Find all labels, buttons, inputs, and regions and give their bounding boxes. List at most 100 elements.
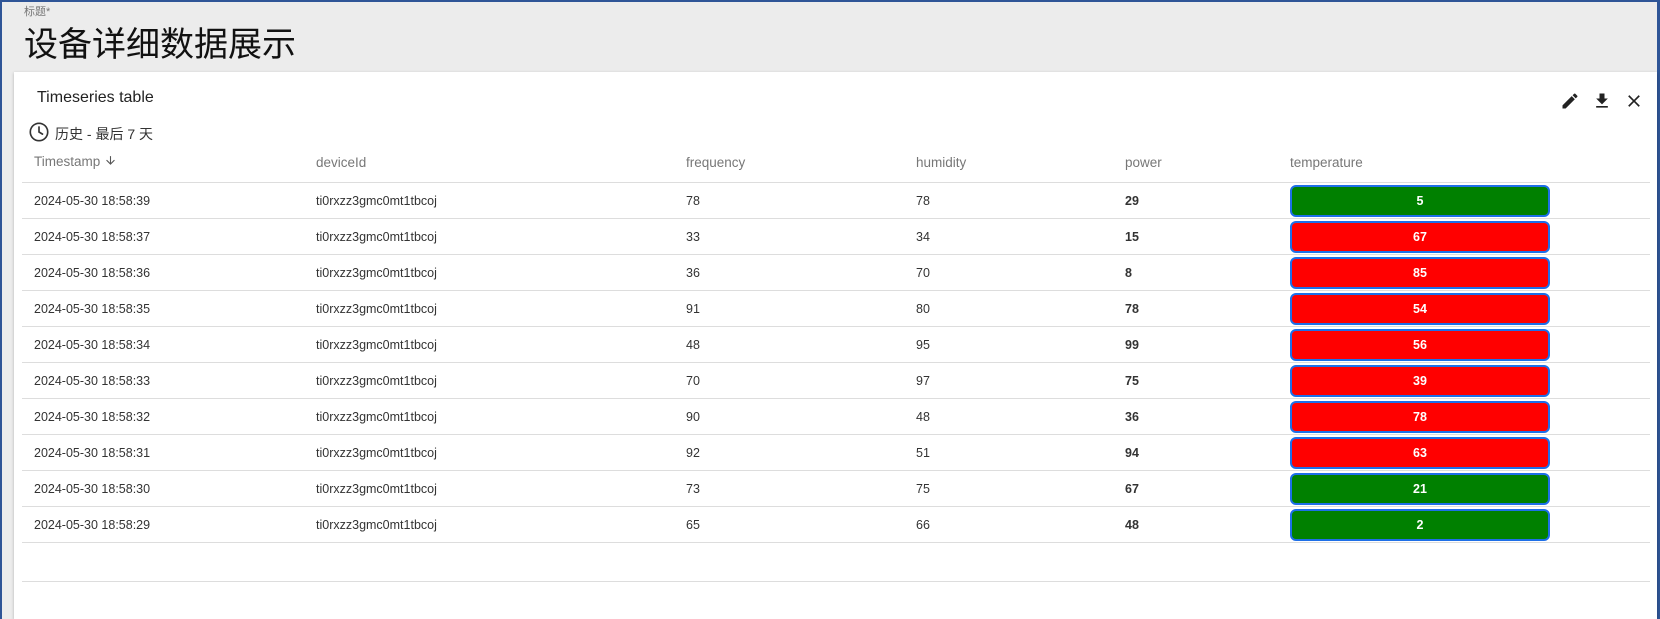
table-row[interactable]: 2024-05-30 18:58:35 ti0rxzz3gmc0mt1tbcoj 9… — [22, 290, 1650, 327]
cell-temperature: 56 — [1278, 326, 1650, 363]
cell-temperature: 67 — [1278, 218, 1650, 255]
timeseries-table: Timestamp deviceId frequency humidity po… — [22, 142, 1650, 543]
column-header-humidity[interactable]: humidity — [904, 142, 1113, 183]
table-row[interactable]: 2024-05-30 18:58:32 ti0rxzz3gmc0mt1tbcoj 9… — [22, 398, 1650, 435]
table-row[interactable]: 2024-05-30 18:58:29 ti0rxzz3gmc0mt1tbcoj 6… — [22, 506, 1650, 543]
cell-timestamp: 2024-05-30 18:58:36 — [22, 254, 304, 291]
close-button[interactable] — [1623, 90, 1645, 112]
cell-temperature: 5 — [1278, 182, 1650, 219]
edit-button[interactable] — [1559, 90, 1581, 112]
temperature-badge: 21 — [1290, 472, 1550, 505]
cell-timestamp: 2024-05-30 18:58:32 — [22, 398, 304, 435]
cell-deviceid: ti0rxzz3gmc0mt1tbcoj — [304, 326, 674, 363]
table-row[interactable]: 2024-05-30 18:58:33 ti0rxzz3gmc0mt1tbcoj 7… — [22, 362, 1650, 399]
cell-temperature: 2 — [1278, 506, 1650, 543]
cell-humidity: 34 — [904, 218, 1113, 255]
cell-power: 94 — [1113, 434, 1278, 471]
cell-power: 15 — [1113, 218, 1278, 255]
cell-deviceid: ti0rxzz3gmc0mt1tbcoj — [304, 434, 674, 471]
cell-humidity: 48 — [904, 398, 1113, 435]
column-header-power[interactable]: power — [1113, 142, 1278, 183]
timeseries-widget: Timeseries table 历史 - 最后 7 天 Timestamp d… — [14, 72, 1657, 619]
cell-power: 8 — [1113, 254, 1278, 291]
cell-frequency: 90 — [674, 398, 904, 435]
cell-power: 75 — [1113, 362, 1278, 399]
widget-title: Timeseries table — [37, 89, 154, 106]
temperature-badge: 85 — [1290, 256, 1550, 289]
cell-power: 48 — [1113, 506, 1278, 543]
table-row[interactable]: 2024-05-30 18:58:36 ti0rxzz3gmc0mt1tbcoj 3… — [22, 254, 1650, 291]
temperature-badge: 2 — [1290, 508, 1550, 541]
table-row[interactable]: 2024-05-30 18:58:30 ti0rxzz3gmc0mt1tbcoj 7… — [22, 470, 1650, 507]
edit-icon — [1562, 93, 1578, 109]
cell-humidity: 66 — [904, 506, 1113, 543]
column-header-temperature[interactable]: temperature — [1278, 142, 1650, 183]
cell-timestamp: 2024-05-30 18:58:35 — [22, 290, 304, 327]
temperature-badge: 78 — [1290, 400, 1550, 433]
cell-timestamp: 2024-05-30 18:58:39 — [22, 182, 304, 219]
cell-temperature: 85 — [1278, 254, 1650, 291]
page-title[interactable]: 设备详细数据展示 — [24, 24, 296, 66]
arrow-down-icon — [104, 154, 117, 170]
cell-deviceid: ti0rxzz3gmc0mt1tbcoj — [304, 218, 674, 255]
cell-frequency: 65 — [674, 506, 904, 543]
temperature-badge: 63 — [1290, 436, 1550, 469]
cell-humidity: 78 — [904, 182, 1113, 219]
cell-deviceid: ti0rxzz3gmc0mt1tbcoj — [304, 290, 674, 327]
temperature-badge: 39 — [1290, 364, 1550, 397]
temperature-badge: 67 — [1290, 220, 1550, 253]
cell-frequency: 70 — [674, 362, 904, 399]
cell-deviceid: ti0rxzz3gmc0mt1tbcoj — [304, 470, 674, 507]
cell-power: 36 — [1113, 398, 1278, 435]
cell-frequency: 92 — [674, 434, 904, 471]
cell-humidity: 97 — [904, 362, 1113, 399]
cell-power: 67 — [1113, 470, 1278, 507]
cell-temperature: 63 — [1278, 434, 1650, 471]
temperature-badge: 5 — [1290, 184, 1550, 217]
title-field-label: 标题* — [24, 6, 51, 18]
cell-temperature: 78 — [1278, 398, 1650, 435]
close-icon — [1628, 95, 1640, 107]
cell-power: 78 — [1113, 290, 1278, 327]
cell-humidity: 51 — [904, 434, 1113, 471]
cell-timestamp: 2024-05-30 18:58:33 — [22, 362, 304, 399]
cell-temperature: 54 — [1278, 290, 1650, 327]
cell-timestamp: 2024-05-30 18:58:31 — [22, 434, 304, 471]
cell-deviceid: ti0rxzz3gmc0mt1tbcoj — [304, 398, 674, 435]
dashboard-header: 标题* 设备详细数据展示 — [24, 6, 296, 66]
cell-power: 99 — [1113, 326, 1278, 363]
table-row[interactable]: 2024-05-30 18:58:31 ti0rxzz3gmc0mt1tbcoj 9… — [22, 434, 1650, 471]
timewindow-label: 历史 - 最后 7 天 — [55, 125, 154, 142]
cell-frequency: 48 — [674, 326, 904, 363]
cell-frequency: 33 — [674, 218, 904, 255]
cell-deviceid: ti0rxzz3gmc0mt1tbcoj — [304, 182, 674, 219]
cell-frequency: 91 — [674, 290, 904, 327]
temperature-badge: 54 — [1290, 292, 1550, 325]
cell-frequency: 73 — [674, 470, 904, 507]
cell-temperature: 39 — [1278, 362, 1650, 399]
cell-humidity: 75 — [904, 470, 1113, 507]
cell-deviceid: ti0rxzz3gmc0mt1tbcoj — [304, 362, 674, 399]
cell-power: 29 — [1113, 182, 1278, 219]
table-row[interactable]: 2024-05-30 18:58:39 ti0rxzz3gmc0mt1tbcoj 7… — [22, 182, 1650, 219]
cell-timestamp: 2024-05-30 18:58:34 — [22, 326, 304, 363]
top-border — [0, 0, 1660, 2]
table-header-row: Timestamp deviceId frequency humidity po… — [22, 142, 1650, 183]
cell-timestamp: 2024-05-30 18:58:30 — [22, 470, 304, 507]
column-header-deviceid[interactable]: deviceId — [304, 142, 674, 183]
cell-deviceid: ti0rxzz3gmc0mt1tbcoj — [304, 254, 674, 291]
left-edge — [0, 0, 2, 619]
cell-humidity: 70 — [904, 254, 1113, 291]
table-row[interactable]: 2024-05-30 18:58:34 ti0rxzz3gmc0mt1tbcoj 4… — [22, 326, 1650, 363]
cell-humidity: 80 — [904, 290, 1113, 327]
cell-humidity: 95 — [904, 326, 1113, 363]
column-header-timestamp[interactable]: Timestamp — [22, 142, 304, 183]
cell-timestamp: 2024-05-30 18:58:37 — [22, 218, 304, 255]
download-button[interactable] — [1591, 90, 1613, 112]
temperature-badge: 56 — [1290, 328, 1550, 361]
column-header-frequency[interactable]: frequency — [674, 142, 904, 183]
table-bottom-divider — [22, 581, 1650, 582]
cell-frequency: 36 — [674, 254, 904, 291]
table-row[interactable]: 2024-05-30 18:58:37 ti0rxzz3gmc0mt1tbcoj 3… — [22, 218, 1650, 255]
cell-temperature: 21 — [1278, 470, 1650, 507]
